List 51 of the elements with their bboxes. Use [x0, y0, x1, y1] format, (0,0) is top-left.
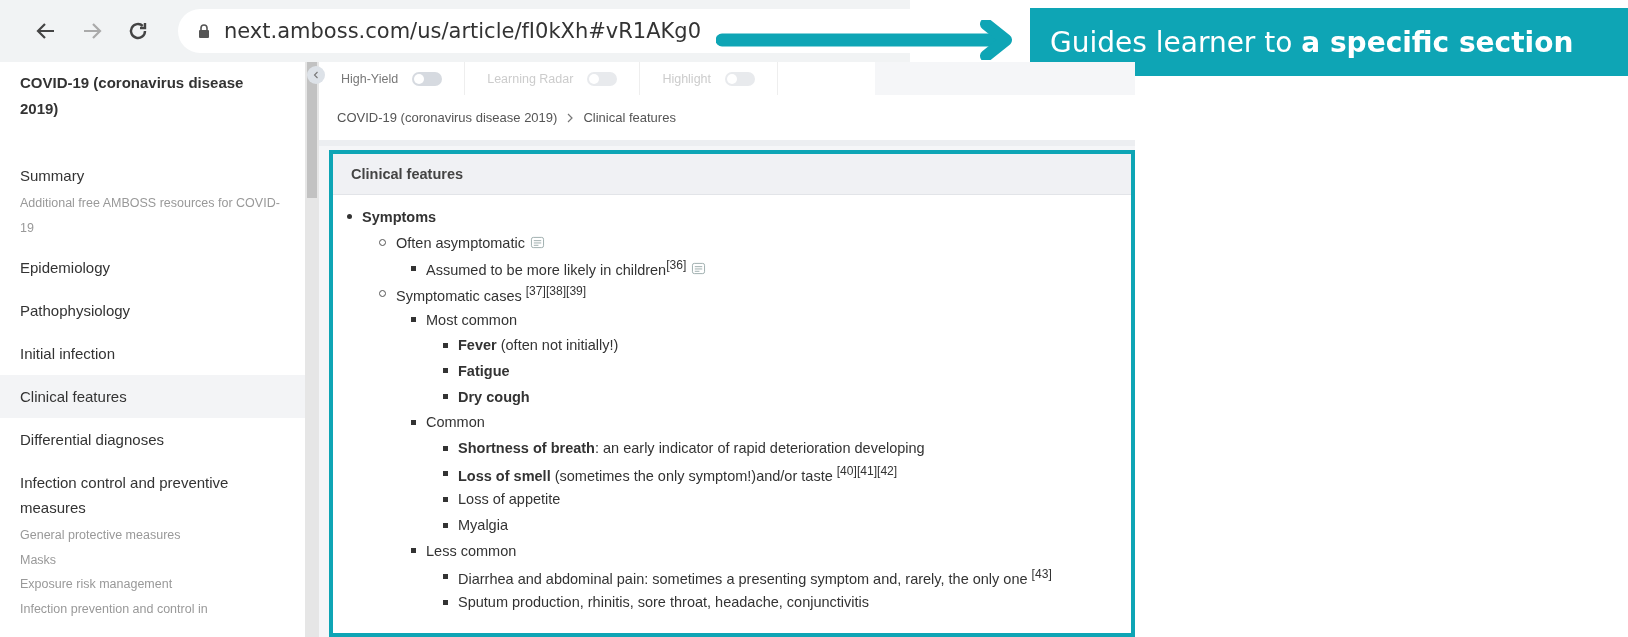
sidebar-item[interactable]: Initial infection	[0, 332, 305, 375]
list-text: Often asymptomatic	[396, 234, 525, 251]
list-text: Common	[426, 414, 485, 431]
list-text: Dry cough	[458, 388, 530, 405]
list-text: Myalgia	[458, 517, 508, 534]
breadcrumb-link[interactable]: Clinical features	[583, 110, 676, 125]
bullet-icon	[443, 394, 448, 400]
bullet-icon	[443, 522, 448, 528]
breadcrumb-link[interactable]: COVID-19 (coronavirus disease 2019)	[337, 110, 558, 125]
address-bar[interactable]: next.amboss.com/us/article/fI0kXh#vR1AKg0	[178, 9, 910, 53]
scrollbar[interactable]	[305, 62, 319, 637]
sidebar-item[interactable]: Pathophysiology	[0, 289, 305, 332]
scrollbar-thumb[interactable]	[307, 62, 317, 198]
list-text: Less common	[426, 542, 517, 559]
toggle-switch[interactable]	[412, 71, 443, 86]
bullet-icon	[411, 265, 416, 271]
section-title: Clinical features	[351, 166, 463, 182]
list-text: Loss of smell (sometimes the only symptom!)and/or taste $^{[40][41][42]}$	[458, 463, 898, 484]
bullet-icon	[443, 599, 448, 605]
bullet-icon	[411, 419, 416, 425]
note-icon[interactable]	[529, 236, 545, 250]
note-icon[interactable]	[691, 261, 707, 275]
list-text: Fatigue	[458, 362, 510, 379]
sidebar-item[interactable]: Differential diagnoses	[0, 418, 305, 461]
bullet-icon	[443, 445, 448, 451]
bullet-icon	[411, 548, 416, 554]
callout-label: Guides learner to a specific section	[1030, 8, 1628, 76]
list-text: Sputum production, rhinitis, sore throat, headache, conjunctivitis	[458, 594, 870, 611]
chevron-icon	[567, 112, 574, 123]
url-text: next.amboss.com/us/article/fI0kXh#vR1AKg0	[224, 19, 702, 43]
list-text: Loss of appetite	[458, 491, 561, 508]
list-text: Most common	[426, 311, 518, 328]
bullet-icon	[443, 342, 448, 348]
list-text: Fever (often not initially!)	[458, 337, 619, 354]
sidebar-item[interactable]: Clinical features	[0, 375, 305, 418]
bullet-icon	[443, 573, 448, 579]
toggle-label: High-Yield	[341, 71, 399, 86]
list-text: Symptoms	[362, 208, 437, 225]
chevron-icon	[313, 71, 319, 79]
list-text: Assumed to be more likely in children$^{[36]}$	[426, 258, 687, 279]
list-text: Symptomatic cases $^{[37][38][39]}$	[396, 284, 587, 304]
lock-icon	[198, 24, 210, 38]
bullet-icon	[443, 471, 448, 477]
bullet-icon	[411, 317, 416, 323]
list-text: Shortness of breath: an early indicator of rapid deterioration developing	[458, 440, 925, 457]
list-text: Diarrhea and abdominal pain: sometimes a presenting symptom and, rarely, the only one $^{[43]}$	[458, 566, 1052, 587]
bullet-icon	[443, 496, 448, 502]
bullet-icon	[443, 368, 448, 374]
article-title: COVID-19 (coronavirus disease 2019)	[19, 73, 245, 119]
bullet-icon	[347, 214, 352, 220]
sidebar-item[interactable]: Epidemiology	[0, 246, 305, 289]
